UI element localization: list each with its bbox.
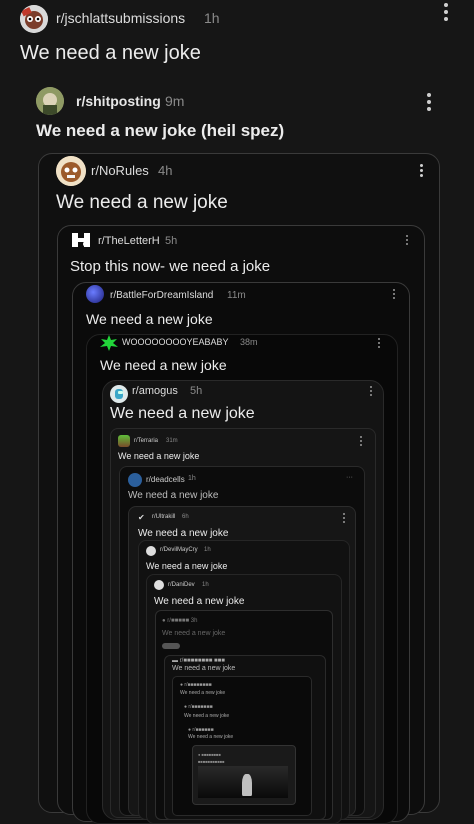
post-9-title: We need a new joke [138,528,229,539]
post-6-time: 5h [190,385,203,397]
green-splat-icon [100,335,118,351]
post-3-title: Stop this now- we need a joke [70,258,271,275]
post-8-title: We need a new joke [128,490,219,501]
post-7-time: 31m [166,438,178,444]
post-4-community[interactable]: r/BattleForDreamIsland [110,290,213,301]
more-options-icon[interactable] [444,3,448,24]
post-0-title: We need a new joke [20,42,201,64]
post-5-title: We need a new joke [100,357,227,373]
post-1-community[interactable]: r/shitposting [76,93,161,109]
post-1-title: We need a new joke (heil spez) [36,121,285,140]
nested-tiny-text-7: ● r/■■■■■■■ [184,704,213,710]
post-4-title: We need a new joke [86,311,213,327]
nested-tiny-text-1: ● r/■■■■■ 3h [162,618,198,624]
post-7-title: We need a new joke [118,451,200,461]
post-0-time: 1h [204,10,220,26]
post-6-title: We need a new joke [110,405,255,422]
post-2-time: 4h [158,163,173,178]
avatar-jschlatt[interactable] [20,5,48,33]
post-8-time: 1h [188,475,196,482]
post-8-community[interactable]: r/deadcells [146,475,185,484]
post-5-community[interactable]: WOOOOOOOOYEABABY [122,337,229,347]
letter-h-icon [70,232,94,248]
more-options-icon[interactable] [427,93,431,114]
post-11-title: We need a new joke [154,596,245,607]
nested-tiny-text-4: We need a new joke [172,665,236,672]
more-options-icon[interactable] [378,338,382,350]
post-5-time: 38m [240,337,258,347]
avatar-terraria[interactable] [118,435,130,447]
post-6-community[interactable]: r/amogus [132,385,178,397]
nested-tiny-text-3: ▬ r/■■■■■■■■ ■■■ [172,658,225,664]
more-options-icon[interactable] [343,513,347,525]
more-options-icon[interactable] [420,164,424,179]
more-options-icon[interactable]: ··· [346,474,353,481]
more-options-icon[interactable] [360,436,364,448]
avatar-norules[interactable] [56,156,86,186]
nested-tiny-text-12: ■■■■■■■■■■■ [198,759,225,764]
post-10-title: We need a new joke [146,561,228,571]
nested-tiny-text-10: We need a new joke [188,734,234,740]
post-11-community[interactable]: r/DaniDev [168,582,195,588]
post-0-community[interactable]: r/jschlattsubmissions [56,10,185,26]
post-3-time: 5h [165,235,178,247]
more-options-icon[interactable] [406,235,410,247]
post-4-time: 11m [227,290,246,301]
avatar-deadcells[interactable] [128,473,142,487]
nested-image-photo [198,766,288,798]
post-10-time: 1h [204,547,211,553]
post-1-time: 9m [165,93,185,109]
post-9-time: 6h [182,514,189,520]
post-10-community[interactable]: r/DevilMayCry [160,547,198,553]
avatar-bfdi[interactable] [86,285,104,303]
nested-tiny-text-9: ● r/■■■■■■ [188,727,214,733]
avatar-devilmaycry[interactable] [146,546,156,556]
post-2-title: We need a new joke [56,192,228,213]
avatar-shitposting[interactable] [36,87,64,115]
post-11-time: 1h [202,582,209,588]
more-options-icon[interactable] [393,289,397,301]
nested-tiny-text-8: We need a new joke [184,713,230,719]
nested-tiny-text-11: ● ■■■■■■■■ [198,752,221,757]
post-3-community[interactable]: r/TheLetterH [98,235,160,247]
avatar-amogus[interactable] [110,385,128,403]
nested-tiny-text-5: ● r/■■■■■■■■ [180,682,212,688]
nested-tiny-text-6: We need a new joke [180,690,226,696]
nested-tiny-badge [162,643,180,649]
post-2-community[interactable]: r/NoRules [91,163,149,178]
avatar-danidev[interactable] [154,580,164,590]
more-options-icon[interactable] [370,386,374,398]
post-7-community[interactable]: r/Terraria [134,438,158,444]
post-9-community[interactable]: r/Ultrakill [152,514,175,520]
ultrakill-icon: ✔ [138,513,145,522]
nested-tiny-text-2: We need a new joke [162,630,226,637]
